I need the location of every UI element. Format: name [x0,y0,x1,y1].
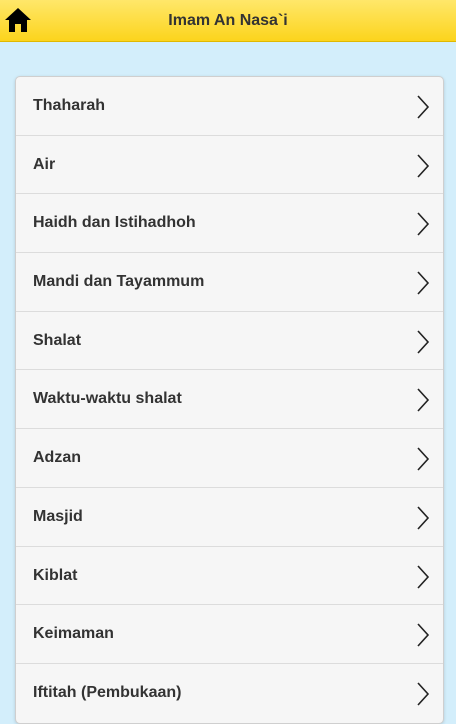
list-item-label: Kiblat [33,566,78,584]
chevron-right-icon [417,330,430,354]
chevron-right-icon [417,154,430,178]
list-item-label: Mandi dan Tayammum [33,273,205,291]
list-item-label: Waktu-waktu shalat [33,390,182,408]
chevron-right-icon [417,447,430,471]
list-item-label: Keimaman [33,625,114,643]
list-item-iftitah[interactable]: Iftitah (Pembukaan) [16,664,443,723]
list-item-label: Iftitah (Pembukaan) [33,683,182,701]
list-item-haidh[interactable]: Haidh dan Istihadhoh [16,194,443,254]
chevron-right-icon [417,271,430,295]
list-item-keimaman[interactable]: Keimaman [16,605,443,664]
chevron-right-icon [417,388,430,412]
list-item-waktu-shalat[interactable]: Waktu-waktu shalat [16,370,443,430]
list-item-mandi[interactable]: Mandi dan Tayammum [16,253,443,312]
home-button[interactable] [4,7,32,33]
list-item-shalat[interactable]: Shalat [16,312,443,371]
list-item-adzan[interactable]: Adzan [16,429,443,488]
chevron-right-icon [417,212,430,236]
home-icon [5,8,31,32]
list-item-masjid[interactable]: Masjid [16,488,443,547]
list-item-label: Adzan [33,449,81,467]
chevron-right-icon [417,682,430,706]
list-item-label: Shalat [33,331,82,349]
list-item-label: Thaharah [33,97,106,114]
chevron-right-icon [417,95,430,119]
page-title: Imam An Nasa`i [168,12,288,29]
list-item-kiblat[interactable]: Kiblat [16,547,443,606]
list-item-thaharah[interactable]: Thaharah [16,77,443,136]
chevron-right-icon [417,623,430,647]
list-item-label: Haidh dan Istihadhoh [33,214,196,232]
chevron-right-icon [417,506,430,530]
chapter-list: Thaharah Air Haidh dan Istihadhoh Mandi … [15,76,444,724]
list-item-label: Masjid [33,507,83,525]
app-header: Imam An Nasa`i [0,0,456,42]
list-item-air[interactable]: Air [16,136,443,195]
list-item-label: Air [33,155,56,173]
chevron-right-icon [417,564,430,589]
